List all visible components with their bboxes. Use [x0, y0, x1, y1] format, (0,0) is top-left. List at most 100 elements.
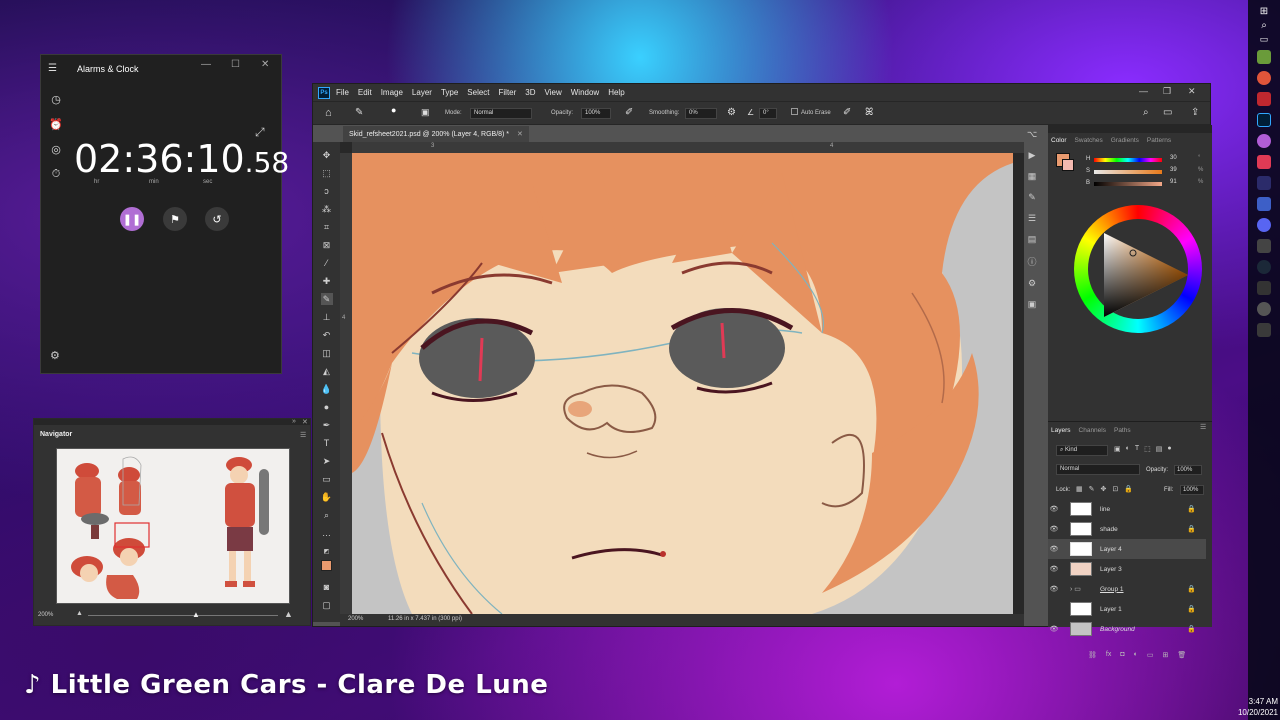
app-pink-icon[interactable]	[1257, 155, 1271, 169]
layer-row-group-1[interactable]: 👁 › ▭ Group 1 🔒	[1048, 579, 1206, 599]
menu-help[interactable]: Help	[608, 88, 624, 97]
reset-button[interactable]: ↺	[205, 207, 229, 231]
menu-layer[interactable]: Layer	[412, 88, 432, 97]
layer-row-layer-4[interactable]: 👁 Layer 4	[1048, 539, 1206, 559]
discord-icon[interactable]	[1257, 218, 1271, 232]
brush-settings-icon[interactable]: ▣	[421, 107, 430, 118]
lock-all-icon[interactable]: 🔒	[1124, 485, 1133, 493]
path-select-tool-icon[interactable]: ➤	[321, 455, 333, 467]
color-swatches[interactable]	[317, 560, 337, 578]
tab-layers[interactable]: Layers	[1051, 427, 1071, 434]
saturation-slider[interactable]	[1094, 170, 1162, 174]
zoom-slider-track[interactable]	[88, 615, 278, 616]
app-blue-icon[interactable]	[1257, 197, 1271, 211]
rectangle-tool-icon[interactable]: ▭	[321, 473, 333, 485]
navigator-thumbnail[interactable]	[56, 448, 290, 604]
maximize-button[interactable]: ☐	[231, 59, 240, 70]
layer-row-line[interactable]: 👁 line 🔒	[1048, 499, 1206, 519]
pencil-tool-icon[interactable]: ✎	[320, 293, 333, 305]
healing-tool-icon[interactable]: ✚	[321, 275, 333, 287]
properties-panel-icon[interactable]: ⚙	[1028, 278, 1036, 289]
lock-artboard-icon[interactable]: ⊡	[1112, 485, 1118, 493]
zoom-tool-icon[interactable]: ⌕	[321, 509, 333, 521]
minimize-button[interactable]: —	[201, 59, 211, 70]
b-value[interactable]: 91	[1170, 179, 1177, 185]
opacity-field[interactable]: 100%	[581, 108, 611, 119]
blur-tool-icon[interactable]: 💧	[321, 383, 333, 395]
symmetry-icon[interactable]: ꕤ	[865, 107, 873, 118]
swatch-grid-icon[interactable]: ▦	[1028, 171, 1037, 182]
workspace-icon[interactable]: ▭	[1163, 107, 1172, 118]
clone-stamp-tool-icon[interactable]: ⊥	[321, 311, 333, 323]
menu-image[interactable]: Image	[381, 88, 403, 97]
layer-row-layer-1[interactable]: 👁 Layer 1 🔒	[1048, 599, 1206, 619]
link-layers-icon[interactable]: ⛓	[1088, 651, 1097, 659]
filter-adjust-icon[interactable]: ◐	[1126, 445, 1130, 453]
task-view-icon[interactable]: ▭	[1260, 34, 1269, 45]
pencil-tool-preset-icon[interactable]: ✎	[355, 107, 363, 118]
close-button[interactable]: ✕	[261, 59, 269, 70]
paint-bucket-tool-icon[interactable]: ◭	[321, 365, 333, 377]
s-value[interactable]: 39	[1170, 167, 1177, 173]
layer-row-background[interactable]: 👁 Background 🔒	[1048, 619, 1206, 639]
taskbar-clock[interactable]: 3:47 AM 10/20/2021	[1236, 696, 1280, 718]
fx-icon[interactable]: fx	[1106, 651, 1111, 659]
visibility-eye-icon[interactable]: 👁	[1048, 525, 1060, 533]
add-mask-icon[interactable]: ◘	[1120, 651, 1124, 659]
menu-type[interactable]: Type	[441, 88, 458, 97]
navigator-panel-icon[interactable]: ▣	[1028, 299, 1037, 310]
auto-erase-checkbox[interactable]	[791, 108, 798, 115]
info-panel-icon[interactable]: ⓘ	[1027, 255, 1036, 268]
h-value[interactable]: 30	[1170, 155, 1177, 161]
tab-paths[interactable]: Paths	[1114, 427, 1131, 434]
color-panel-background[interactable]	[1062, 159, 1074, 171]
lock-transparent-icon[interactable]: ▦	[1076, 485, 1083, 493]
crop-tool-icon[interactable]: ⌗	[321, 221, 333, 233]
brightness-slider[interactable]	[1094, 182, 1162, 186]
visibility-eye-icon[interactable]: 👁	[1048, 505, 1060, 513]
menu-3d[interactable]: 3D	[525, 88, 535, 97]
ps-minimize-button[interactable]: —	[1139, 86, 1148, 96]
pressure-size-icon[interactable]: ✐	[843, 107, 851, 118]
file-explorer-icon[interactable]	[1257, 50, 1271, 64]
share-icon[interactable]: ⇪	[1191, 107, 1199, 118]
lock-position-icon[interactable]: ✥	[1101, 485, 1107, 493]
visibility-eye-icon[interactable]: 👁	[1048, 605, 1060, 613]
app-red-icon[interactable]	[1257, 92, 1271, 106]
menu-select[interactable]: Select	[467, 88, 489, 97]
visibility-eye-icon[interactable]: 👁	[1048, 545, 1060, 553]
menu-file[interactable]: File	[336, 88, 349, 97]
mode-select[interactable]: Normal	[470, 108, 532, 119]
filter-pixel-icon[interactable]: ▣	[1114, 445, 1121, 453]
collapse-icon[interactable]: »	[292, 418, 296, 425]
alarm-icon[interactable]: ⏰	[49, 118, 63, 131]
layer-row-layer-3[interactable]: 👁 Layer 3	[1048, 559, 1206, 579]
smoothing-gear-icon[interactable]: ⚙	[727, 107, 736, 118]
delete-layer-icon[interactable]: 🗑	[1177, 651, 1186, 659]
zoom-out-icon[interactable]: ▲	[76, 610, 83, 617]
steam-icon[interactable]	[1257, 260, 1271, 274]
tab-gradients[interactable]: Gradients	[1111, 137, 1139, 144]
hand-tool-icon[interactable]: ✋	[321, 491, 333, 503]
adjust-panel-icon[interactable]: ☰	[1028, 213, 1036, 224]
move-tool-icon[interactable]: ✥	[321, 149, 333, 161]
lap-button[interactable]: ⚑	[163, 207, 187, 231]
quick-select-tool-icon[interactable]: ⁂	[321, 203, 333, 215]
filter-toggle-icon[interactable]: ●	[1167, 445, 1171, 453]
settings-gear-icon[interactable]: ⚙	[50, 349, 60, 362]
foreground-color-swatch[interactable]	[320, 560, 332, 571]
app-indigo-icon[interactable]	[1257, 176, 1271, 190]
menu-filter[interactable]: Filter	[499, 88, 517, 97]
lasso-tool-icon[interactable]: ↄ	[321, 185, 333, 197]
pen-tool-icon[interactable]: ✒	[321, 419, 333, 431]
frame-tool-icon[interactable]: ⊠	[321, 239, 333, 251]
app-square-icon[interactable]	[1257, 323, 1271, 337]
menu-view[interactable]: View	[545, 88, 562, 97]
tab-patterns[interactable]: Patterns	[1147, 137, 1171, 144]
menu-window[interactable]: Window	[571, 88, 599, 97]
color-triangle[interactable]	[1096, 225, 1196, 325]
tab-color[interactable]: Color	[1051, 137, 1067, 144]
history-brush-tool-icon[interactable]: ↶	[321, 329, 333, 341]
document-tab[interactable]: Skid_refsheet2021.psd @ 200% (Layer 4, R…	[343, 126, 529, 142]
layer-filter-select[interactable]: ⌕ Kind	[1056, 445, 1108, 456]
